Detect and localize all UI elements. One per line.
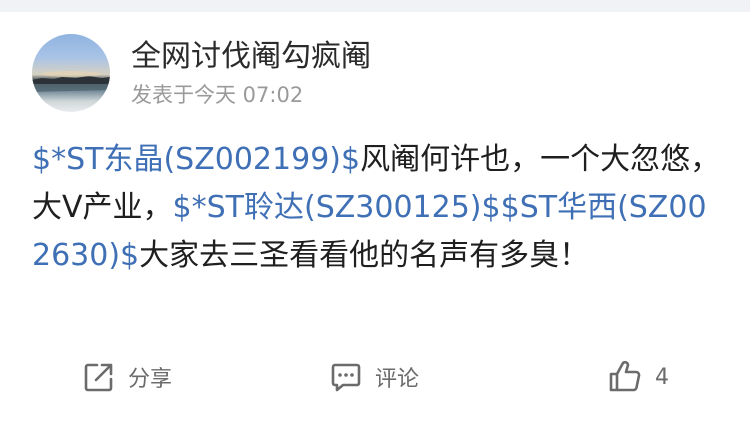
post-actions-bar: 分享 评论 4 (0, 352, 750, 402)
avatar[interactable] (32, 34, 110, 112)
comment-label: 评论 (375, 367, 420, 392)
share-button[interactable]: 分享 (82, 352, 172, 402)
post-content: $*ST东晶(SZ002199)$风阉何许也，一个大忽悠，大V产业，$*ST聆达… (32, 136, 722, 280)
like-button[interactable]: 4 (607, 352, 669, 402)
username[interactable]: 全网讨伐阉勾疯阉 (131, 40, 371, 74)
like-count: 4 (655, 364, 669, 390)
comment-icon (329, 360, 363, 394)
post-text-segment: 大家去三圣看看他的名声有多臭！ (139, 238, 590, 273)
post-card: 全网讨伐阉勾疯阉 发表于今天 07:02 $*ST东晶(SZ002199)$风阉… (0, 12, 750, 423)
post-timestamp: 发表于今天 07:02 (131, 83, 304, 107)
top-separator-band (0, 0, 750, 12)
share-label: 分享 (128, 367, 173, 392)
comment-button[interactable]: 评论 (329, 352, 419, 402)
stock-link-st-dongjing[interactable]: $*ST东晶(SZ002199)$ (32, 142, 360, 177)
thumbs-up-icon (607, 359, 643, 395)
share-icon (82, 360, 116, 394)
avatar-landscape-image (32, 71, 110, 92)
stock-link-st-lingda[interactable]: $*ST聆达(SZ300125)$ (173, 190, 501, 225)
